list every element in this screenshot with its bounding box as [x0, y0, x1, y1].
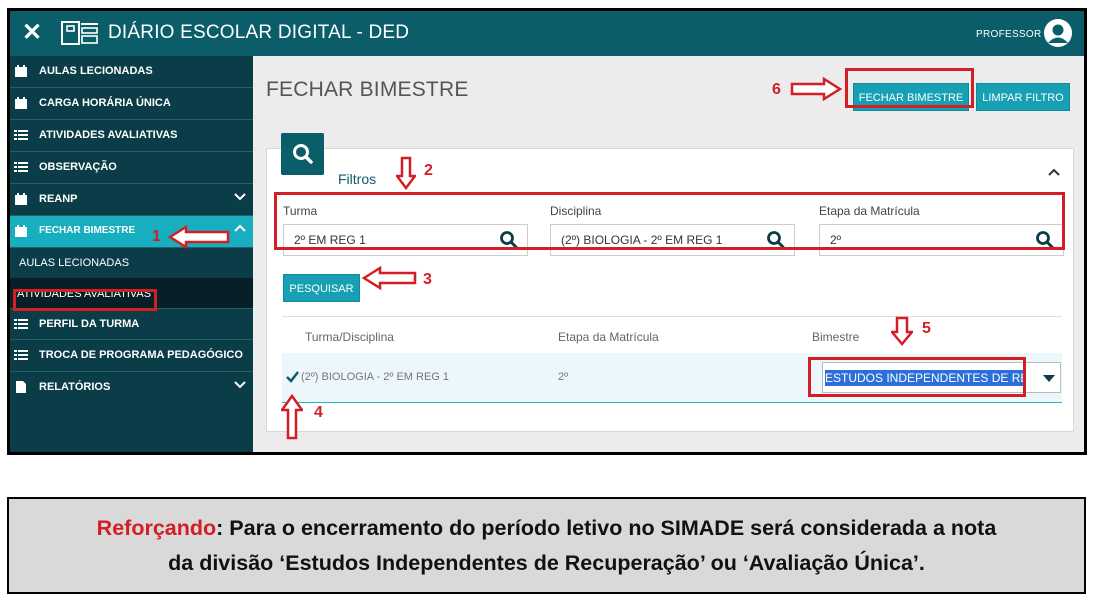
user-avatar-icon[interactable] [1044, 19, 1072, 47]
annotation-number-2: 2 [424, 162, 433, 179]
sidebar-subitem-label: AULAS LECIONADAS [19, 257, 130, 269]
chevron-down-icon[interactable] [234, 379, 246, 391]
column-header-turma: Turma/Disciplina [305, 330, 394, 344]
reinforcement-note: Reforçando: Para o encerramento do perío… [7, 497, 1086, 594]
annotation-number-4: 4 [314, 404, 323, 421]
document-icon [16, 381, 26, 393]
row-etapa: 2º [558, 371, 569, 383]
sidebar-item-label: AULAS LECIONADAS [39, 65, 153, 77]
calendar-icon [15, 225, 27, 237]
note-text-1: : Para o encerramento do período letivo … [216, 516, 997, 540]
sidebar-item-label: RELATÓRIOS [39, 381, 111, 393]
note-highlight: Reforçando [96, 516, 217, 540]
caret-down-icon[interactable] [1043, 375, 1055, 383]
arrow-down-icon [396, 156, 416, 190]
app-window: ✕ DIÁRIO ESCOLAR DIGITAL - DED PROFESSOR… [7, 8, 1087, 455]
filters-label: Filtros [338, 171, 377, 187]
highlight-box-filters [274, 192, 1065, 250]
calendar-icon [15, 97, 27, 109]
app-title: DIÁRIO ESCOLAR DIGITAL - DED [108, 22, 410, 43]
highlight-box-bimestre [808, 357, 1026, 397]
arrow-down-icon [891, 316, 913, 346]
sidebar-item-carga-horaria[interactable]: CARGA HORÁRIA ÚNICA [10, 88, 253, 120]
row-turma: (2º) BIOLOGIA - 2º EM REG 1 [301, 371, 450, 383]
sidebar-item-reanp[interactable]: REANP [10, 184, 253, 216]
sidebar-item-atividades-avaliativas[interactable]: ATIVIDADES AVALIATIVAS [10, 120, 253, 152]
user-role-label[interactable]: PROFESSOR [976, 29, 1042, 40]
sidebar-item-label: PERFIL DA TURMA [39, 318, 140, 330]
sidebar-item-label: ATIVIDADES AVALIATIVAS [39, 129, 178, 141]
annotation-number-1: 1 [152, 228, 161, 245]
sidebar-item-observacao[interactable]: OBSERVAÇÃO [10, 152, 253, 184]
annotation-number-5: 5 [922, 320, 931, 337]
chevron-up-icon[interactable] [234, 223, 246, 235]
annotation-number-6: 6 [772, 81, 781, 98]
top-bar: ✕ DIÁRIO ESCOLAR DIGITAL - DED PROFESSOR [10, 11, 1084, 56]
sidebar-item-label: FECHAR BIMESTRE [39, 225, 136, 236]
column-header-etapa: Etapa da Matrícula [558, 330, 659, 344]
sidebar-subitem-aulas-lecionadas[interactable]: AULAS LECIONADAS [10, 248, 253, 278]
note-line-1: Reforçando: Para o encerramento do perío… [9, 511, 1084, 546]
list-icon [14, 162, 28, 172]
pesquisar-button[interactable]: PESQUISAR [283, 274, 360, 302]
search-icon[interactable] [281, 133, 324, 175]
annotation-number-3: 3 [423, 271, 432, 288]
column-header-bimestre: Bimestre [812, 330, 860, 344]
chevron-down-icon[interactable] [234, 191, 246, 203]
list-icon [14, 130, 28, 140]
diary-logo-icon [61, 21, 98, 45]
arrow-up-icon [281, 394, 303, 440]
note-text-2: da divisão ‘Estudos Independentes de Rec… [168, 551, 925, 575]
calendar-icon [15, 65, 27, 77]
calendar-icon [15, 193, 27, 205]
check-icon[interactable] [286, 371, 299, 383]
limpar-filtro-button[interactable]: LIMPAR FILTRO [976, 83, 1070, 111]
close-icon[interactable]: ✕ [22, 19, 42, 47]
highlight-box-atividades [13, 289, 157, 311]
sidebar-item-troca-programa[interactable]: TROCA DE PROGRAMA PEDAGÓGICO [10, 340, 253, 372]
sidebar-item-label: OBSERVAÇÃO [39, 161, 117, 173]
sidebar: AULAS LECIONADAS CARGA HORÁRIA ÚNICA ATI… [10, 56, 253, 452]
sidebar-item-perfil-turma[interactable]: PERFIL DA TURMA [10, 308, 253, 340]
arrow-right-icon [790, 76, 842, 102]
sidebar-item-aulas-lecionadas[interactable]: AULAS LECIONADAS [10, 56, 253, 88]
sidebar-item-label: REANP [39, 193, 78, 205]
sidebar-item-label: TROCA DE PROGRAMA PEDAGÓGICO [39, 349, 243, 361]
arrow-left-icon [362, 265, 417, 291]
list-icon [14, 350, 28, 360]
chevron-up-icon[interactable] [1047, 165, 1061, 179]
arrow-left-icon [168, 224, 230, 250]
divider [282, 316, 1062, 317]
list-icon [14, 319, 28, 329]
sidebar-item-label: CARGA HORÁRIA ÚNICA [39, 97, 171, 109]
highlight-box-fechar [845, 68, 974, 108]
sidebar-item-relatorios[interactable]: RELATÓRIOS [10, 372, 253, 404]
page-title: FECHAR BIMESTRE [266, 78, 469, 101]
